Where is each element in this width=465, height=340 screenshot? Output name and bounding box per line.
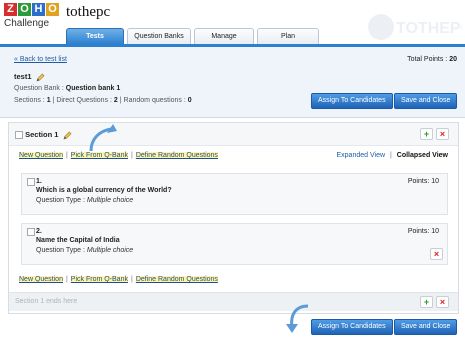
section-title: Section 1 [15, 130, 72, 140]
logo-letter-o2: O [46, 3, 59, 16]
close-icon: × [439, 129, 446, 139]
tab-question-banks[interactable]: Question Banks [127, 28, 191, 45]
sections-label: Sections : [14, 97, 45, 104]
add-section-button[interactable]: + [420, 296, 433, 308]
view-toggle: Expanded View | Collapsed View [337, 152, 449, 159]
random-questions-label: | Random questions : [119, 97, 186, 104]
define-random-questions-link[interactable]: Define Random Questions [135, 276, 218, 283]
app-header: Z O H O Challenge tothepc TOTHEPC Tests … [0, 0, 465, 45]
random-questions-value: 0 [187, 97, 192, 104]
question-type-label: Question Type : [36, 247, 85, 254]
total-points-value: 20 [449, 56, 457, 63]
delete-section-button[interactable]: × [436, 128, 449, 140]
sections-value: 1 [46, 97, 51, 104]
question-bank-info: Question Bank : Question bank 1 [14, 85, 120, 92]
question-item[interactable]: 2. Name the Capital of India Question Ty… [21, 223, 448, 265]
define-random-questions-link[interactable]: Define Random Questions [135, 152, 218, 159]
pencil-icon[interactable] [63, 131, 72, 140]
question-type: Question Type : Multiple choice [36, 197, 133, 204]
section-end-text: Section 1 ends here [15, 298, 78, 305]
question-type-value: Multiple choice [86, 197, 134, 204]
app-name: tothepc [66, 4, 111, 20]
test-title: test1 [14, 72, 45, 82]
question-bank-label: Question Bank : [14, 85, 64, 92]
link-separator: | [130, 152, 133, 159]
section-bottom-links: New Question | Pick From Q-Bank | Define Ran… [19, 276, 218, 283]
save-and-close-button[interactable]: Save and Close [394, 93, 458, 109]
section-end-strip: Section 1 ends here + × [9, 292, 458, 311]
test-info-panel: « Back to test list Total Points : 20 te… [0, 47, 465, 118]
link-separator: | [65, 152, 68, 159]
curved-arrow-icon [89, 124, 117, 152]
question-number: 2. [36, 228, 42, 235]
pick-from-q-bank-link[interactable]: Pick From Q-Bank [70, 276, 128, 283]
logo-letter-h: H [32, 3, 45, 16]
new-question-link[interactable]: New Question [19, 152, 63, 159]
logo-letter-z: Z [4, 3, 17, 16]
question-type-value: Multiple choice [86, 247, 134, 254]
back-to-test-list-link[interactable]: « Back to test list [14, 56, 67, 63]
delete-section-button[interactable]: × [436, 296, 449, 308]
question-checkbox[interactable] [27, 228, 35, 236]
new-question-link[interactable]: New Question [19, 276, 63, 283]
assign-to-candidates-button[interactable]: Assign To Candidates [311, 319, 393, 335]
tothepc-watermark-logo: TOTHEPC [368, 14, 462, 40]
save-and-close-button[interactable]: Save and Close [394, 319, 458, 335]
question-type-label: Question Type : [36, 197, 85, 204]
curved-arrow-icon [286, 304, 309, 333]
question-bank-value: Question bank 1 [65, 85, 121, 92]
watermark-text: TOTHEPC [396, 20, 462, 37]
question-item[interactable]: 1. Which is a global currency of the Wor… [21, 173, 448, 215]
link-separator: | [65, 276, 68, 283]
section-top-links: New Question | Pick From Q-Bank | Define Ran… [19, 152, 218, 159]
add-section-button[interactable]: + [420, 128, 433, 140]
link-separator: | [130, 276, 133, 283]
question-points: Points: 10 [407, 178, 439, 185]
plus-icon: + [423, 297, 430, 307]
tab-manage[interactable]: Manage [194, 28, 254, 45]
question-checkbox[interactable] [27, 178, 35, 186]
tab-tests[interactable]: Tests [66, 28, 124, 45]
question-points: Points: 10 [407, 228, 439, 235]
tab-plan[interactable]: Plan [257, 28, 319, 45]
direct-questions-label: | Direct Questions : [52, 97, 112, 104]
close-icon: × [433, 249, 440, 259]
main-tabs: Tests Question Banks Manage Plan [66, 28, 319, 45]
question-type: Question Type : Multiple choice [36, 247, 133, 254]
total-points: Total Points : 20 [407, 56, 457, 63]
expanded-view-link[interactable]: Expanded View [337, 152, 386, 159]
section-name: Section 1 [25, 130, 59, 139]
zoho-letters: Z O H O [4, 3, 64, 16]
direct-questions-value: 2 [113, 97, 118, 104]
total-points-label: Total Points : [407, 56, 448, 63]
section-panel: Section 1 + × New Question | Pick From Q-B… [8, 122, 459, 314]
question-number: 1. [36, 178, 42, 185]
close-icon: × [439, 297, 446, 307]
pencil-icon[interactable] [36, 73, 45, 82]
question-text: Name the Capital of India [36, 237, 120, 244]
section-checkbox[interactable] [15, 131, 23, 140]
view-separator: | [389, 152, 392, 159]
delete-question-button[interactable]: × [430, 248, 443, 260]
logo-subtitle: Challenge [4, 18, 50, 29]
pick-from-q-bank-link[interactable]: Pick From Q-Bank [70, 152, 128, 159]
test-name: test1 [14, 72, 32, 81]
question-text: Which is a global currency of the World? [36, 187, 172, 194]
assign-to-candidates-button[interactable]: Assign To Candidates [311, 93, 393, 109]
zoho-challenge-logo[interactable]: Z O H O Challenge [4, 3, 64, 39]
logo-letter-o1: O [18, 3, 31, 16]
collapsed-view-link[interactable]: Collapsed View [397, 152, 448, 159]
test-stats: Sections : 1 | Direct Questions : 2 | Ra… [14, 97, 192, 104]
section-header: Section 1 + × [9, 123, 458, 146]
plus-icon: + [423, 129, 430, 139]
